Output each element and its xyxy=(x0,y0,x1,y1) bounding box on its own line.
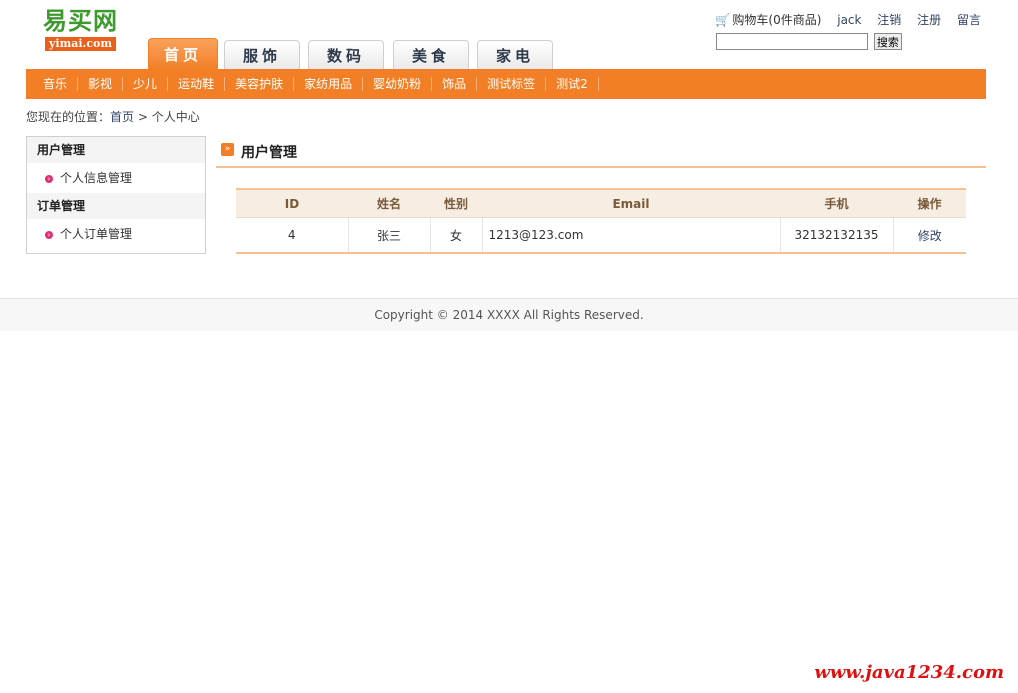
column-header-email: Email xyxy=(482,188,780,218)
tab-food[interactable]: 美食 xyxy=(393,40,469,70)
tab-digital[interactable]: 数码 xyxy=(308,40,384,70)
section-title: 用户管理 xyxy=(241,145,297,161)
cart-icon: 🛒 xyxy=(715,13,731,27)
column-header-id: ID xyxy=(236,188,348,218)
category-item-test2[interactable]: 测试2 xyxy=(546,77,599,91)
column-header-action: 操作 xyxy=(893,188,966,218)
footer: Copyright © 2014 XXXX All Rights Reserve… xyxy=(0,298,1018,331)
category-item-kids[interactable]: 少儿 xyxy=(123,77,169,91)
category-item-music[interactable]: 音乐 xyxy=(33,77,79,91)
category-list: 音乐 影视 少儿 运动鞋 美容护肤 家纺用品 婴幼奶粉 饰品 测试标签 测试2 xyxy=(26,69,986,99)
category-item-beauty[interactable]: 美容护肤 xyxy=(225,77,295,91)
sidebar-item-orders[interactable]: › 个人订单管理 xyxy=(27,219,205,249)
logo-text-en: yimai.com xyxy=(45,37,117,51)
top-links: 🛒 购物车(0件商品) jack 注销 注册 留言 xyxy=(715,11,981,28)
table-row: 4 张三 女 1213@123.com 32132132135 修改 xyxy=(236,217,966,254)
cell-action: 修改 xyxy=(893,217,966,254)
sidebar-item-label: 个人订单管理 xyxy=(60,227,133,241)
logo-text-cn: 易买网 xyxy=(43,6,118,35)
cell-gender: 女 xyxy=(430,217,483,254)
column-header-phone: 手机 xyxy=(780,188,893,218)
cell-email: 1213@123.com xyxy=(482,217,781,254)
tab-home[interactable]: 首页 xyxy=(148,38,218,70)
cell-id: 4 xyxy=(236,217,349,254)
search-bar: 搜索 xyxy=(716,33,902,50)
breadcrumb-separator: > xyxy=(134,110,152,124)
bullet-arrow-icon: › xyxy=(45,231,53,239)
sidebar-item-profile[interactable]: › 个人信息管理 xyxy=(27,163,205,193)
tab-appliances[interactable]: 家电 xyxy=(477,40,553,70)
watermark: www.java1234.com xyxy=(814,662,1004,683)
breadcrumb: 您现在的位置：首页 > 个人中心 xyxy=(26,108,200,125)
category-item-test-tag[interactable]: 测试标签 xyxy=(477,77,547,91)
breadcrumb-current: 个人中心 xyxy=(151,110,200,124)
tab-clothing[interactable]: 服饰 xyxy=(224,40,300,70)
logout-link[interactable]: 注销 xyxy=(877,13,901,27)
sidebar-item-label: 个人信息管理 xyxy=(60,171,133,185)
cell-name: 张三 xyxy=(348,217,431,254)
username-link[interactable]: jack xyxy=(837,13,861,27)
site-logo[interactable]: 易买网 yimai.com xyxy=(43,8,131,52)
user-table: ID 姓名 性别 Email 手机 操作 4 张三 女 1213@123.com… xyxy=(236,188,966,254)
search-button[interactable]: 搜索 xyxy=(873,33,902,50)
category-item-film[interactable]: 影视 xyxy=(78,77,124,91)
search-input[interactable] xyxy=(716,33,868,50)
bullet-arrow-icon: › xyxy=(45,175,53,183)
category-bar: 音乐 影视 少儿 运动鞋 美容护肤 家纺用品 婴幼奶粉 饰品 测试标签 测试2 xyxy=(26,69,986,99)
register-link[interactable]: 注册 xyxy=(917,13,941,27)
sidebar-group-title-orders: 订单管理 xyxy=(27,193,205,219)
message-link[interactable]: 留言 xyxy=(957,13,981,27)
section-arrow-icon: » xyxy=(221,143,234,156)
breadcrumb-prefix: 您现在的位置： xyxy=(26,110,111,124)
category-item-accessories[interactable]: 饰品 xyxy=(432,77,478,91)
cell-phone: 32132132135 xyxy=(780,217,894,254)
column-header-name: 姓名 xyxy=(348,188,430,218)
edit-link[interactable]: 修改 xyxy=(918,229,942,243)
column-header-gender: 性别 xyxy=(430,188,482,218)
cart-link[interactable]: 🛒 购物车(0件商品) xyxy=(715,13,825,27)
category-item-baby-formula[interactable]: 婴幼奶粉 xyxy=(363,77,433,91)
section-header: » 用户管理 xyxy=(216,138,986,168)
breadcrumb-home-link[interactable]: 首页 xyxy=(110,110,134,124)
table-header-row: ID 姓名 性别 Email 手机 操作 xyxy=(236,188,966,218)
cart-label: 购物车(0件商品) xyxy=(732,13,822,27)
user-sidebar: 用户管理 › 个人信息管理 订单管理 › 个人订单管理 xyxy=(26,136,206,254)
sidebar-group-title-user: 用户管理 xyxy=(27,137,205,163)
category-item-textiles[interactable]: 家纺用品 xyxy=(294,77,364,91)
category-item-sneakers[interactable]: 运动鞋 xyxy=(168,77,226,91)
